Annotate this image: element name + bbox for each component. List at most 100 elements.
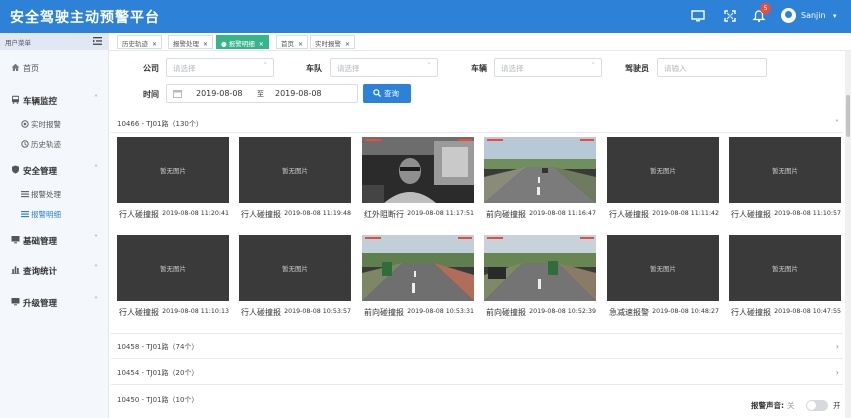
driver-label: 驾驶员 bbox=[625, 64, 649, 73]
alarm-time: 2019-08-08 11:20:41 bbox=[162, 210, 229, 217]
tab-label: 首页 bbox=[281, 40, 294, 48]
alarm-snapshot[interactable]: 暂无图片 bbox=[239, 235, 351, 301]
query-button[interactable]: 查询 bbox=[363, 84, 411, 103]
tab-alarm-detail[interactable]: ● 报警明细 ✕ bbox=[216, 35, 269, 49]
sidebar-item-label: 安全管理 bbox=[23, 167, 58, 177]
alarm-snapshot-road[interactable] bbox=[484, 235, 596, 301]
vehicle-select[interactable]: 请选择 ˅ bbox=[494, 58, 602, 77]
alarm-card[interactable]: 暂无图片 行人碰撞报 2019-08-08 10:47:55 bbox=[729, 235, 841, 323]
tab-history-track[interactable]: 历史轨迹 ✕ bbox=[117, 35, 163, 49]
top-header: 安全驾驶主动预警平台 5 Sanjin ▾ bbox=[0, 0, 851, 33]
sidebar-item-alarm-detail[interactable]: 报警明细 bbox=[0, 206, 109, 222]
chevron-down-icon: ˅ bbox=[263, 62, 268, 70]
vehicle-group-header[interactable]: 10454 - TJ01路（20个） › bbox=[117, 368, 841, 382]
chevron-down-icon: ˅ bbox=[427, 62, 432, 70]
alarm-card[interactable]: 暂无图片 行人碰撞报 2019-08-08 11:10:57 bbox=[729, 137, 841, 225]
alarm-card[interactable]: 红外阻断行 2019-08-08 11:17:51 bbox=[362, 137, 474, 225]
tab-realtime-alarm[interactable]: 实时报警 ✕ bbox=[310, 35, 356, 49]
sidebar-group-vehicle-monitor[interactable]: 车辆监控 ˄ bbox=[0, 92, 109, 108]
alarm-card[interactable]: 暂无图片 行人碰撞报 2019-08-08 11:10:13 bbox=[117, 235, 229, 323]
date-range-picker[interactable]: 2019-08-08 至 2019-08-08 bbox=[166, 84, 358, 103]
sound-on-label: 开 bbox=[833, 401, 841, 410]
alarm-type: 前向碰撞报 bbox=[486, 308, 526, 317]
alarm-card[interactable]: 暂无图片 行人碰撞报 2019-08-08 11:20:41 bbox=[117, 137, 229, 225]
sidebar-item-realtime-alarm[interactable]: 实时报警 bbox=[0, 116, 109, 132]
close-icon[interactable]: ✕ bbox=[298, 41, 303, 48]
alarm-sound-label: 报警声音: bbox=[751, 401, 784, 410]
company-select[interactable]: 请选择 ˅ bbox=[166, 58, 274, 77]
alarm-snapshot[interactable]: 暂无图片 bbox=[239, 137, 351, 203]
notification-badge: 5 bbox=[760, 3, 771, 14]
alarm-snapshot[interactable]: 暂无图片 bbox=[729, 235, 841, 301]
sidebar-item-label: 查询统计 bbox=[23, 267, 58, 277]
sidebar-group-upgrade-management[interactable]: 升级管理 ˅ bbox=[0, 294, 109, 310]
no-image-text: 暂无图片 bbox=[160, 167, 186, 175]
tab-alarm-handling[interactable]: 报警处理 ✕ bbox=[168, 35, 214, 49]
sidebar-item-label: 升级管理 bbox=[23, 299, 58, 309]
user-menu-caret-icon[interactable]: ▾ bbox=[833, 12, 837, 20]
team-placeholder: 请选择 bbox=[337, 64, 360, 73]
alarm-sound-toggle[interactable] bbox=[806, 400, 828, 411]
date-from[interactable]: 2019-08-08 bbox=[196, 89, 243, 98]
sidebar-item-label: 车辆监控 bbox=[23, 97, 58, 107]
sidebar-item-alarm-handling[interactable]: 报警处理 bbox=[0, 186, 109, 202]
vehicle-group-header[interactable]: 10450 - TJ01路（10个） bbox=[117, 395, 841, 409]
monitor-icon[interactable] bbox=[691, 9, 705, 23]
alarm-card[interactable]: 前向碰撞报 2019-08-08 10:53:31 bbox=[362, 235, 474, 323]
sidebar-item-home[interactable]: 首页 bbox=[0, 60, 109, 76]
target-icon bbox=[21, 120, 29, 128]
close-icon[interactable]: ✕ bbox=[152, 41, 157, 48]
alarm-card[interactable]: 暂无图片 急减速报警 2019-08-08 10:48:27 bbox=[607, 235, 719, 323]
road-photo bbox=[484, 235, 596, 301]
sidebar-group-query-stats[interactable]: 查询统计 ˅ bbox=[0, 262, 109, 278]
menu-toggle-icon[interactable] bbox=[93, 37, 102, 45]
chevron-down-icon: ˅ bbox=[94, 296, 98, 305]
alarm-card[interactable]: 暂无图片 行人碰撞报 2019-08-08 11:11:42 bbox=[607, 137, 719, 225]
date-separator: 至 bbox=[257, 90, 264, 98]
divider bbox=[111, 132, 843, 133]
close-icon[interactable]: ✕ bbox=[203, 41, 208, 48]
alarm-snapshot-road[interactable] bbox=[484, 137, 596, 203]
username[interactable]: Sanjin bbox=[801, 11, 826, 20]
alarm-card[interactable]: 前向碰撞报 2019-08-08 11:16:47 bbox=[484, 137, 596, 225]
alarm-snapshot-cabin[interactable] bbox=[362, 137, 474, 203]
sidebar-item-history-track[interactable]: 历史轨迹 bbox=[0, 136, 109, 152]
alarm-snapshot[interactable]: 暂无图片 bbox=[117, 235, 229, 301]
alarm-card[interactable]: 前向碰撞报 2019-08-08 10:52:39 bbox=[484, 235, 596, 323]
search-icon bbox=[373, 89, 381, 97]
avatar[interactable] bbox=[781, 8, 796, 23]
close-icon[interactable]: ✕ bbox=[259, 41, 264, 48]
no-image-text: 暂无图片 bbox=[772, 167, 798, 175]
alarm-snapshot[interactable]: 暂无图片 bbox=[729, 137, 841, 203]
chevron-up-icon: ˄ bbox=[94, 94, 98, 103]
team-label: 车队 bbox=[306, 64, 322, 73]
vehicle-group-header[interactable]: 10458 - TJ01路（74个） › bbox=[117, 342, 841, 356]
alarm-card[interactable]: 暂无图片 行人碰撞报 2019-08-08 10:53:57 bbox=[239, 235, 351, 323]
bar-chart-icon bbox=[11, 266, 20, 274]
fullscreen-icon[interactable] bbox=[723, 9, 737, 23]
alarm-snapshot[interactable]: 暂无图片 bbox=[117, 137, 229, 203]
sidebar-group-basic-management[interactable]: 基础管理 ˅ bbox=[0, 232, 109, 248]
sidebar-item-label: 历史轨迹 bbox=[31, 140, 61, 149]
sidebar-group-safety-management[interactable]: 安全管理 ˄ bbox=[0, 162, 109, 178]
vehicle-group-title: 10458 - TJ01路（74个） bbox=[117, 343, 199, 351]
team-select[interactable]: 请选择 ˅ bbox=[330, 58, 438, 77]
close-icon[interactable]: ✕ bbox=[345, 41, 350, 48]
vehicle-group-header[interactable]: 10466 - TJ01路（130个） ˅ bbox=[117, 119, 841, 133]
sidebar-item-label: 报警处理 bbox=[31, 190, 61, 199]
alarm-type: 行人碰撞报 bbox=[119, 210, 159, 219]
alarm-snapshot[interactable]: 暂无图片 bbox=[607, 137, 719, 203]
alarm-snapshot[interactable]: 暂无图片 bbox=[607, 235, 719, 301]
scrollbar-thumb[interactable] bbox=[846, 95, 850, 137]
alarm-snapshot-road[interactable] bbox=[362, 235, 474, 301]
date-to[interactable]: 2019-08-08 bbox=[275, 89, 322, 98]
tab-home[interactable]: 首页 ✕ bbox=[276, 35, 309, 49]
tab-divider bbox=[109, 50, 851, 51]
app-title: 安全驾驶主动预警平台 bbox=[10, 10, 160, 26]
tab-label: 实时报警 bbox=[315, 40, 341, 48]
bus-icon bbox=[12, 95, 19, 104]
driver-input[interactable]: 请输入 bbox=[657, 58, 767, 77]
alarm-card[interactable]: 暂无图片 行人碰撞报 2019-08-08 11:19:48 bbox=[239, 137, 351, 225]
tab-label: 历史轨迹 bbox=[122, 40, 148, 48]
chevron-right-icon: › bbox=[835, 342, 839, 351]
